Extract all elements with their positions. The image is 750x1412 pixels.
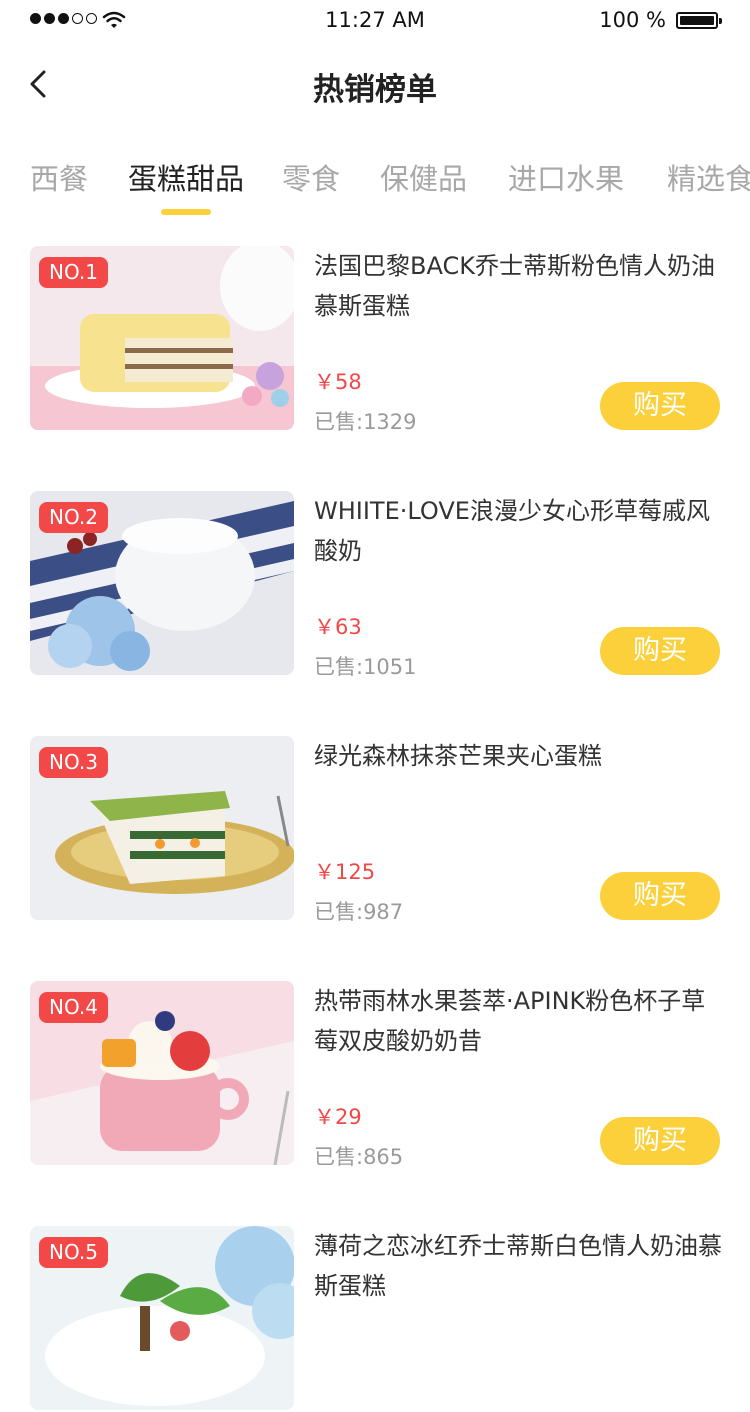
product-name[interactable]: 绿光森林抹茶芒果夹心蛋糕	[314, 736, 724, 776]
rank-badge: NO.4	[39, 992, 108, 1023]
product-sold-count: 已售:987	[314, 900, 404, 924]
tab-health-products[interactable]: 保健品	[380, 156, 467, 198]
rank-badge: NO.1	[39, 257, 108, 288]
tab-imported-fruit[interactable]: 进口水果	[508, 156, 624, 198]
battery-percent: 100 %	[599, 8, 666, 32]
nav-bar: 热销榜单	[0, 40, 750, 130]
product-item[interactable]: NO.4 热带雨林水果荟萃·APINK粉色杯子草莓双皮酸奶奶昔 ￥29 已售:8…	[0, 981, 750, 1169]
rank-badge: NO.5	[39, 1237, 108, 1268]
rank-badge: NO.2	[39, 502, 108, 533]
product-price: ￥58	[314, 370, 362, 394]
tab-western-food[interactable]: 西餐	[30, 156, 88, 198]
status-bar: 11:27 AM 100 %	[0, 0, 750, 40]
product-name[interactable]: 薄荷之恋冰红乔士蒂斯白色情人奶油慕斯蛋糕	[314, 1226, 724, 1306]
product-name[interactable]: WHIITE·LOVE浪漫少女心形草莓戚风酸奶	[314, 491, 724, 571]
product-item[interactable]: NO.3 绿光森林抹茶芒果夹心蛋糕 ￥125 已售:987 购买	[0, 736, 750, 924]
active-tab-indicator	[161, 209, 211, 215]
tab-cake-dessert[interactable]: 蛋糕甜品	[128, 156, 244, 198]
buy-button[interactable]: 购买	[600, 1117, 720, 1165]
product-item[interactable]: NO.5 薄荷之恋冰红乔士蒂斯白色情人奶油慕斯蛋糕	[0, 1226, 750, 1412]
product-name[interactable]: 热带雨林水果荟萃·APINK粉色杯子草莓双皮酸奶奶昔	[314, 981, 724, 1061]
product-image[interactable]: NO.3	[30, 736, 294, 920]
rank-badge: NO.3	[39, 747, 108, 778]
product-image[interactable]: NO.4	[30, 981, 294, 1165]
tab-selected-food[interactable]: 精选食	[667, 156, 750, 198]
product-image[interactable]: NO.5	[30, 1226, 294, 1410]
product-sold-count: 已售:1329	[314, 410, 417, 434]
product-image[interactable]: NO.2	[30, 491, 294, 675]
page-title: 热销榜单	[313, 72, 437, 108]
category-tabs: 西餐 蛋糕甜品 零食 保健品 进口水果 精选食	[0, 150, 750, 222]
buy-button[interactable]: 购买	[600, 627, 720, 675]
product-sold-count: 已售:1051	[314, 655, 417, 679]
product-image[interactable]: NO.1	[30, 246, 294, 430]
buy-button[interactable]: 购买	[600, 382, 720, 430]
product-price: ￥29	[314, 1105, 362, 1129]
product-item[interactable]: NO.1 法国巴黎BACK乔士蒂斯粉色情人奶油慕斯蛋糕 ￥58 已售:1329 …	[0, 246, 750, 434]
product-sold-count: 已售:865	[314, 1145, 404, 1169]
buy-button[interactable]: 购买	[600, 872, 720, 920]
product-price: ￥63	[314, 615, 362, 639]
product-price: ￥125	[314, 860, 376, 884]
battery-icon	[676, 12, 722, 29]
product-name[interactable]: 法国巴黎BACK乔士蒂斯粉色情人奶油慕斯蛋糕	[314, 246, 724, 326]
tab-snacks[interactable]: 零食	[282, 156, 340, 198]
product-item[interactable]: NO.2 WHIITE·LOVE浪漫少女心形草莓戚风酸奶 ￥63 已售:1051…	[0, 491, 750, 679]
